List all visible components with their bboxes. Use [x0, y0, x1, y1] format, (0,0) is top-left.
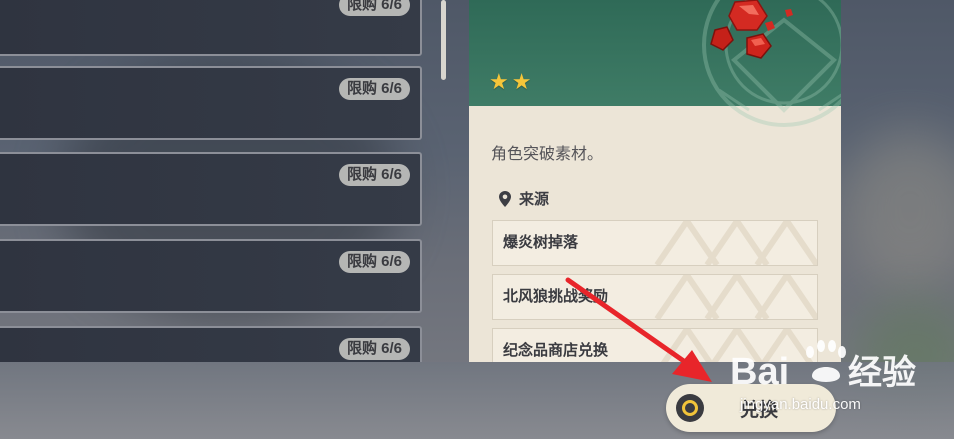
gem-material-icon: [710, 0, 793, 59]
baidu-jingyan-watermark: Bai 经验 jingyan.baidu.com: [730, 330, 954, 439]
star-icon: ★: [511, 70, 532, 95]
shop-item[interactable]: 限购 6/6: [0, 66, 422, 140]
shop-item[interactable]: 限购 6/6: [0, 152, 422, 226]
item-description: 角色突破素材。: [491, 146, 604, 163]
primogem-circle-icon: [676, 394, 704, 422]
svg-text:Bai: Bai: [730, 351, 789, 393]
list-scrollbar[interactable]: [441, 0, 446, 80]
shop-item[interactable]: 限购 6/6: [0, 0, 422, 56]
location-pin-icon: [499, 190, 511, 207]
shop-item[interactable]: 限购 6/6: [0, 326, 422, 362]
star-icon: ★: [489, 70, 509, 95]
item-detail-header: ★ ★: [469, 0, 841, 127]
pattern-decoration: [654, 221, 817, 265]
purchase-limit-badge: 限购 6/6: [338, 164, 410, 186]
watermark-url: jingyan.baidu.com: [740, 396, 861, 413]
shop-item[interactable]: 限购 6/6: [0, 239, 422, 313]
purchase-limit-badge: 限购 6/6: [338, 251, 410, 273]
rarity-stars: ★ ★: [489, 72, 531, 94]
purchase-limit-badge: 限购 6/6: [338, 0, 410, 16]
purchase-limit-badge: 限购 6/6: [338, 338, 410, 360]
background-blur: [840, 130, 954, 290]
red-arrow-annotation: [565, 277, 712, 382]
source-heading-label: 来源: [519, 191, 550, 208]
source-heading: 来源: [499, 188, 549, 209]
baidu-logo-icon: Bai 经验: [730, 340, 916, 393]
purchase-limit-badge: 限购 6/6: [338, 78, 410, 100]
source-item[interactable]: 爆炎树掉落: [492, 220, 818, 266]
svg-text:经验: 经验: [848, 353, 916, 392]
shop-item-list: 限购 6/6 限购 6/6 限购 6/6 限购 6/6 限购 6/6: [0, 0, 440, 362]
source-item-label: 爆炎树掉落: [503, 234, 579, 251]
